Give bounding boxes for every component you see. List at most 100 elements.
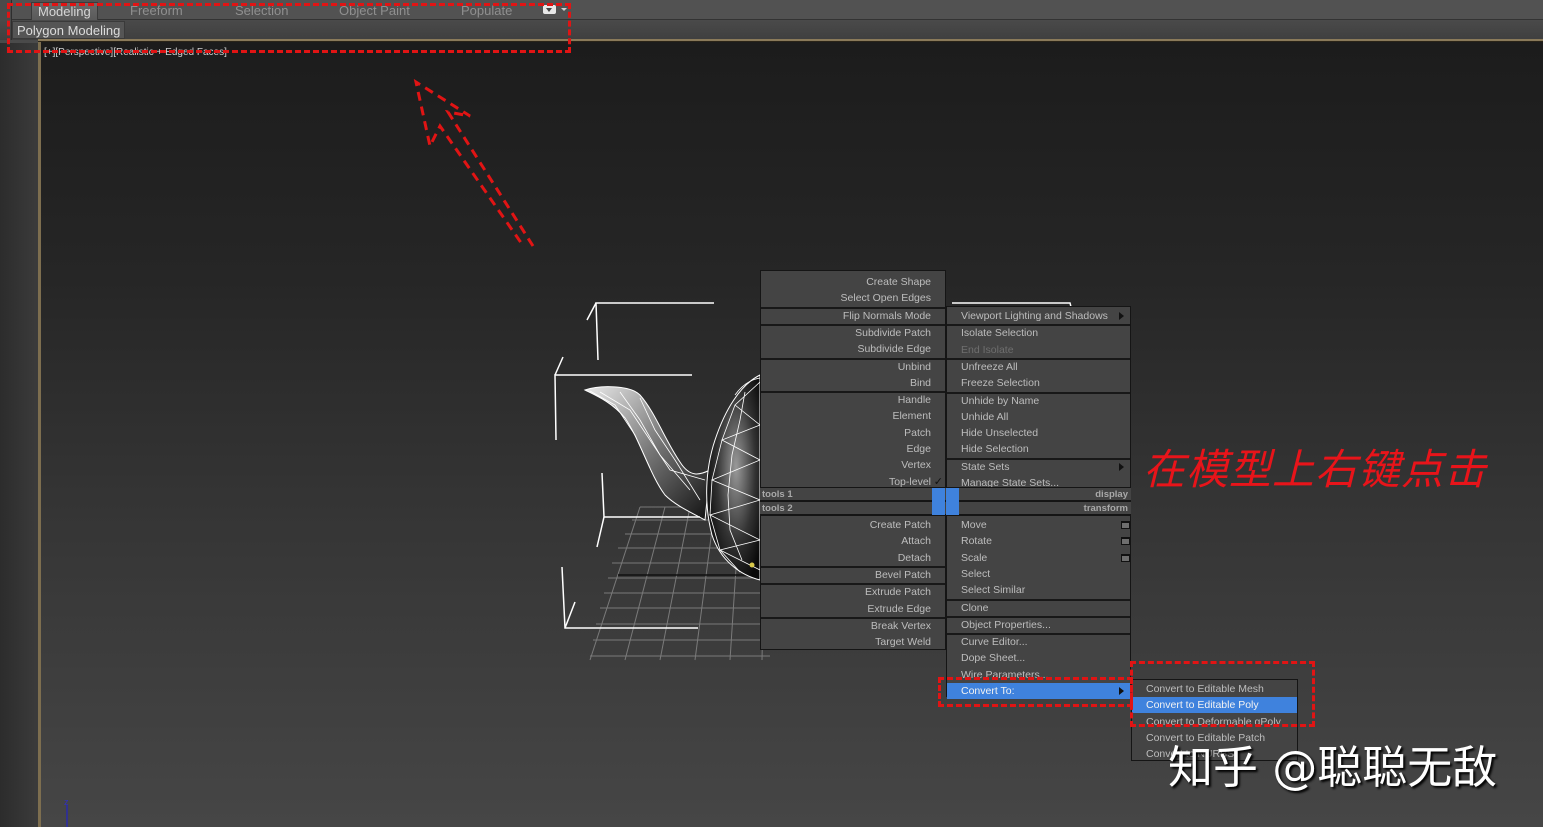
quad-label-transform: transform [1083, 503, 1128, 514]
menu-item-vertex[interactable]: Vertex [761, 457, 931, 473]
menu-item-label: Create Patch [869, 519, 931, 531]
options-box-icon[interactable] [1121, 537, 1130, 546]
menu-item-label: Select Similar [961, 584, 1026, 597]
menu-item-bevel-patch[interactable]: Bevel Patch [761, 567, 931, 583]
menu-item-extrude-patch[interactable]: Extrude Patch [761, 584, 931, 600]
options-box-icon[interactable] [1121, 553, 1130, 562]
menu-item-label: End Isolate [961, 343, 1014, 356]
menu-item-move[interactable]: Move [961, 517, 1130, 533]
menu-item-end-isolate[interactable]: End Isolate [961, 342, 1130, 358]
menu-item-label: Select Open Edges [840, 292, 931, 305]
menu-item-label: Viewport Lighting and Shadows [961, 310, 1108, 322]
menu-item-subdivide-patch[interactable]: Subdivide Patch [761, 325, 931, 341]
menu-item-clone[interactable]: Clone [961, 600, 1130, 616]
menu-item-label: Rotate [961, 535, 992, 548]
options-box-icon[interactable] [1121, 521, 1130, 529]
menu-item-create-patch[interactable]: Create Patch [761, 517, 931, 533]
menu-item-freeze-selection[interactable]: Freeze Selection [961, 375, 1130, 391]
menu-item-element[interactable]: Element [761, 408, 931, 424]
menu-item-label: Bevel Patch [874, 568, 931, 581]
menu-item-label: Clone [961, 601, 989, 614]
menu-item-label: Flip Normals Mode [842, 309, 931, 322]
menu-item-select-open-edges[interactable]: Select Open Edges [761, 290, 931, 306]
menu-item-target-weld[interactable]: Target Weld [761, 634, 931, 650]
watermark: 知乎 @聪聪无敌 [1168, 741, 1498, 794]
quad-handle-tl[interactable] [932, 488, 945, 502]
menu-item-label: Curve Editor... [961, 636, 1028, 649]
menu-item-label: Object Properties... [961, 618, 1051, 631]
menu-item-create-shape[interactable]: Create Shape [761, 274, 931, 290]
annotation-box-convert-to [938, 677, 1133, 707]
menu-item-hide-selection[interactable]: Hide Selection [961, 441, 1130, 457]
menu-item-label: Top-level [888, 475, 931, 488]
menu-item-label: Subdivide Patch [855, 326, 931, 339]
menu-item-label: Extrude Patch [865, 586, 931, 599]
quad-display: Viewport Lighting and Shadows Isolate Sel… [946, 306, 1131, 489]
menu-item-label: Dope Sheet... [961, 652, 1026, 665]
menu-item-label: Vertex [901, 459, 931, 472]
menu-item-state-sets[interactable]: State Sets [961, 459, 1130, 475]
menu-item-object-properties[interactable]: Object Properties... [961, 617, 1130, 633]
menu-item-label: Hide Unselected [961, 427, 1039, 440]
menu-item-edge[interactable]: Edge [761, 441, 931, 457]
quad-handle-br[interactable] [946, 502, 959, 516]
quad-handle-tr[interactable] [946, 488, 959, 502]
menu-item-unbind[interactable]: Unbind [761, 359, 931, 375]
menu-item-extrude-edge[interactable]: Extrude Edge [761, 601, 931, 617]
pivot-marker [749, 562, 755, 568]
menu-item-label: Subdivide Edge [857, 343, 931, 356]
menu-item-unfreeze-all[interactable]: Unfreeze All [961, 359, 1130, 375]
menu-item-subdivide-edge[interactable]: Subdivide Edge [761, 341, 931, 357]
menu-item-label: Unbind [897, 360, 931, 373]
menu-item-bind[interactable]: Bind [761, 375, 931, 391]
menu-item-label: Unfreeze All [961, 360, 1018, 373]
quad-label-tools1: tools 1 [762, 489, 793, 500]
annotation-box-ribbon [7, 3, 571, 53]
submenu-arrow-icon [1119, 462, 1124, 471]
z-axis-label: z [64, 797, 69, 807]
menu-item-label: Detach [897, 551, 931, 564]
menu-item-label: Unhide All [961, 410, 1009, 423]
quad-tools2: Create Patch Attach Detach Bevel Patch Extru… [760, 515, 946, 650]
menu-item-label: Create Shape [866, 276, 931, 288]
menu-item-label: Isolate Selection [961, 327, 1039, 340]
menu-item-detach[interactable]: Detach [761, 550, 931, 566]
menu-item-select[interactable]: Select [961, 566, 1130, 582]
menu-item-unhide-all[interactable]: Unhide All [961, 409, 1130, 425]
teapot-body [706, 374, 761, 581]
menu-item-scale[interactable]: Scale [961, 550, 1130, 566]
menu-item-label: Element [892, 410, 931, 423]
annotation-arrow [413, 78, 535, 248]
quad-handle-bl[interactable] [932, 502, 945, 516]
menu-item-label: Select [961, 567, 991, 580]
menu-item-rotate[interactable]: Rotate [961, 533, 1130, 549]
menu-item-handle[interactable]: Handle [761, 392, 931, 408]
menu-item-label: Scale [961, 551, 988, 564]
menu-item-label: Attach [901, 535, 931, 548]
menu-item-break-vertex[interactable]: Break Vertex [761, 618, 931, 634]
menu-item-label: Move [961, 519, 987, 531]
menu-item-label: Unhide by Name [961, 394, 1040, 407]
menu-item-label: Handle [897, 394, 931, 407]
menu-item-label: Patch [904, 426, 931, 439]
menu-item-label: Edge [906, 443, 931, 455]
menu-item-viewport-lighting-and-shadows[interactable]: Viewport Lighting and Shadows [961, 308, 1130, 324]
menu-item-label: State Sets [961, 460, 1010, 473]
submenu-arrow-icon [1119, 312, 1124, 320]
menu-item-curve-editor[interactable]: Curve Editor... [961, 634, 1130, 650]
menu-item-isolate-selection[interactable]: Isolate Selection [961, 325, 1130, 341]
menu-item-hide-unselected[interactable]: Hide Unselected [961, 425, 1130, 441]
menu-item-label: Hide Selection [961, 443, 1029, 456]
menu-item-patch[interactable]: Patch [761, 425, 931, 441]
menu-item-dope-sheet[interactable]: Dope Sheet... [961, 650, 1130, 666]
quad-label-tools2: tools 2 [762, 503, 793, 514]
menu-item-select-similar[interactable]: Select Similar [961, 582, 1130, 598]
annotation-box-submenu [1130, 661, 1315, 727]
menu-item-attach[interactable]: Attach [761, 533, 931, 549]
menu-item-label: Bind [909, 376, 931, 389]
quad-tools1: Create Shape Select Open Edges Flip Normal… [760, 270, 946, 488]
menu-item-flip-normals-mode[interactable]: Flip Normals Mode [761, 308, 931, 324]
menu-item-label: Extrude Edge [867, 602, 931, 615]
menu-item-unhide-by-name[interactable]: Unhide by Name [961, 393, 1130, 409]
annotation-instruction: 在模型上右键点击 [1143, 445, 1488, 494]
